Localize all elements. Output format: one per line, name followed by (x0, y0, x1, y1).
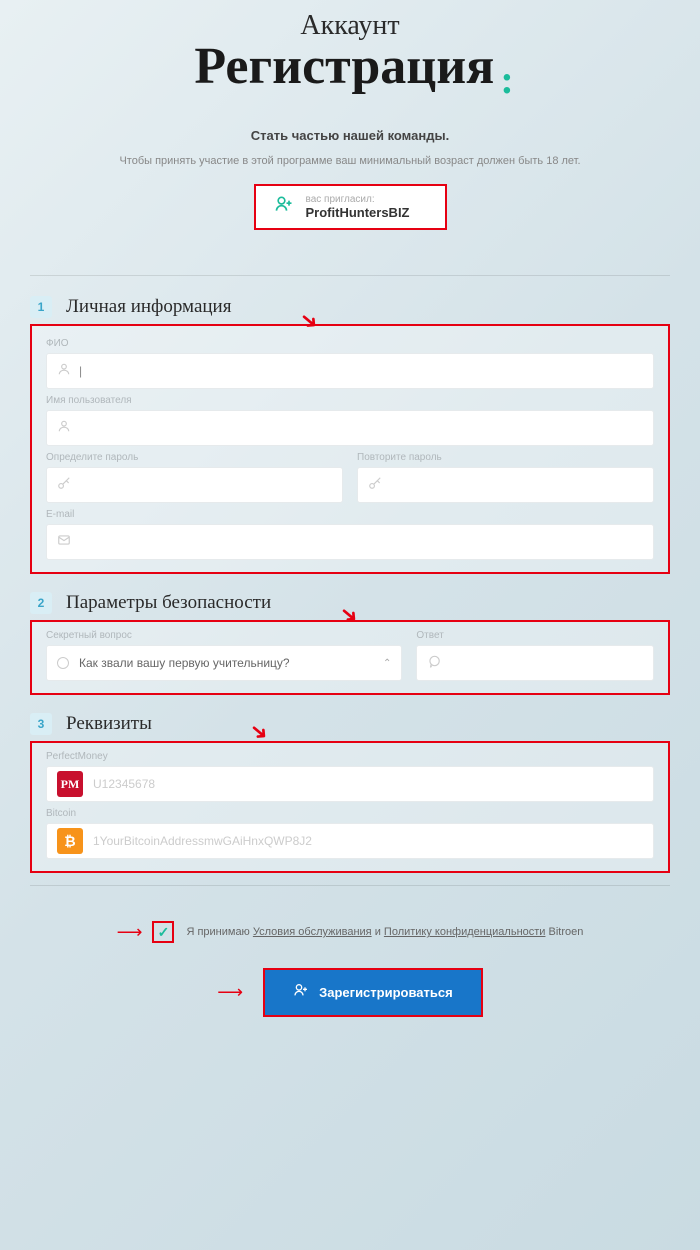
envelope-icon (57, 533, 71, 552)
divider (30, 275, 670, 276)
chat-icon (427, 654, 441, 673)
step-number: 3 (30, 713, 52, 735)
user-plus-icon (274, 194, 294, 220)
bitcoin-input[interactable] (93, 834, 643, 848)
user-icon (57, 362, 71, 381)
terms-of-service-link[interactable]: Условия обслуживания (253, 926, 372, 938)
tagline: Стать частью нашей команды. (20, 128, 680, 143)
terms-checkbox[interactable]: ✓ (152, 921, 174, 943)
fio-label: ФИО (46, 338, 654, 349)
terms-row: ⟶ ✓ Я принимаю Условия обслуживания и По… (0, 921, 700, 943)
user-icon (57, 419, 71, 438)
bitcoin-icon: ₿ (57, 828, 83, 854)
invite-box: вас пригласил: ProfitHuntersBIZ (254, 184, 447, 230)
terms-mid: и (375, 926, 384, 938)
annotation-arrow-icon: ⟶ (217, 982, 243, 1003)
invite-label: вас пригласил: (306, 194, 410, 205)
terms-suffix: Bitroen (549, 926, 584, 938)
secret-a-label: Ответ (416, 630, 654, 641)
step-number: 1 (30, 296, 52, 318)
personal-info-form: ФИО Имя пользователя Определите пароль (30, 324, 670, 574)
secret-question-select[interactable]: Как звали вашу первую учительницу? ⌃ (46, 645, 402, 681)
page-title: Регистрация (194, 37, 494, 96)
page-header: Аккаунт Регистрация : Стать частью нашей… (0, 0, 700, 250)
password2-input[interactable] (390, 478, 643, 492)
pm-label: PerfectMoney (46, 751, 654, 762)
section-header-security: 2 Параметры безопасности (0, 592, 700, 614)
password2-label: Повторите пароль (357, 452, 654, 463)
btc-label: Bitcoin (46, 808, 654, 819)
secret-q-value: Как звали вашу первую учительницу? (79, 656, 290, 670)
fio-input[interactable] (79, 364, 643, 378)
chevron-up-icon: ⌃ (383, 658, 391, 669)
key-icon (57, 476, 71, 495)
perfectmoney-input[interactable] (93, 777, 643, 791)
register-button[interactable]: Зарегистрироваться (263, 968, 483, 1017)
perfectmoney-icon: PM (57, 771, 83, 797)
annotation-arrow-icon: ⟶ (117, 922, 143, 943)
secret-answer-input[interactable] (449, 656, 643, 670)
security-form: Секретный вопрос Как звали вашу первую у… (30, 620, 670, 695)
section-header-personal: 1 Личная информация (0, 296, 700, 318)
privacy-policy-link[interactable]: Политику конфиденциальности (384, 926, 546, 938)
accent-dots-icon: : (498, 57, 505, 102)
section-title: Личная информация (66, 296, 231, 318)
terms-prefix: Я принимаю (186, 926, 252, 938)
password-label: Определите пароль (46, 452, 343, 463)
payment-form: PerfectMoney PM Bitcoin ₿ (30, 741, 670, 873)
register-button-label: Зарегистрироваться (319, 985, 453, 1000)
section-title: Реквизиты (66, 713, 152, 735)
divider (30, 885, 670, 886)
username-label: Имя пользователя (46, 395, 654, 406)
user-plus-icon (293, 982, 309, 1003)
email-input[interactable] (79, 535, 643, 549)
section-header-payment: 3 Реквизиты (0, 713, 700, 735)
key-icon (368, 476, 382, 495)
password-input[interactable] (79, 478, 332, 492)
section-title: Параметры безопасности (66, 592, 271, 614)
step-number: 2 (30, 592, 52, 614)
username-input[interactable] (79, 421, 643, 435)
email-label: E-mail (46, 509, 654, 520)
secret-q-label: Секретный вопрос (46, 630, 402, 641)
age-note: Чтобы принять участие в этой программе в… (20, 153, 680, 170)
radio-icon (57, 657, 69, 669)
invite-name: ProfitHuntersBIZ (306, 205, 410, 220)
